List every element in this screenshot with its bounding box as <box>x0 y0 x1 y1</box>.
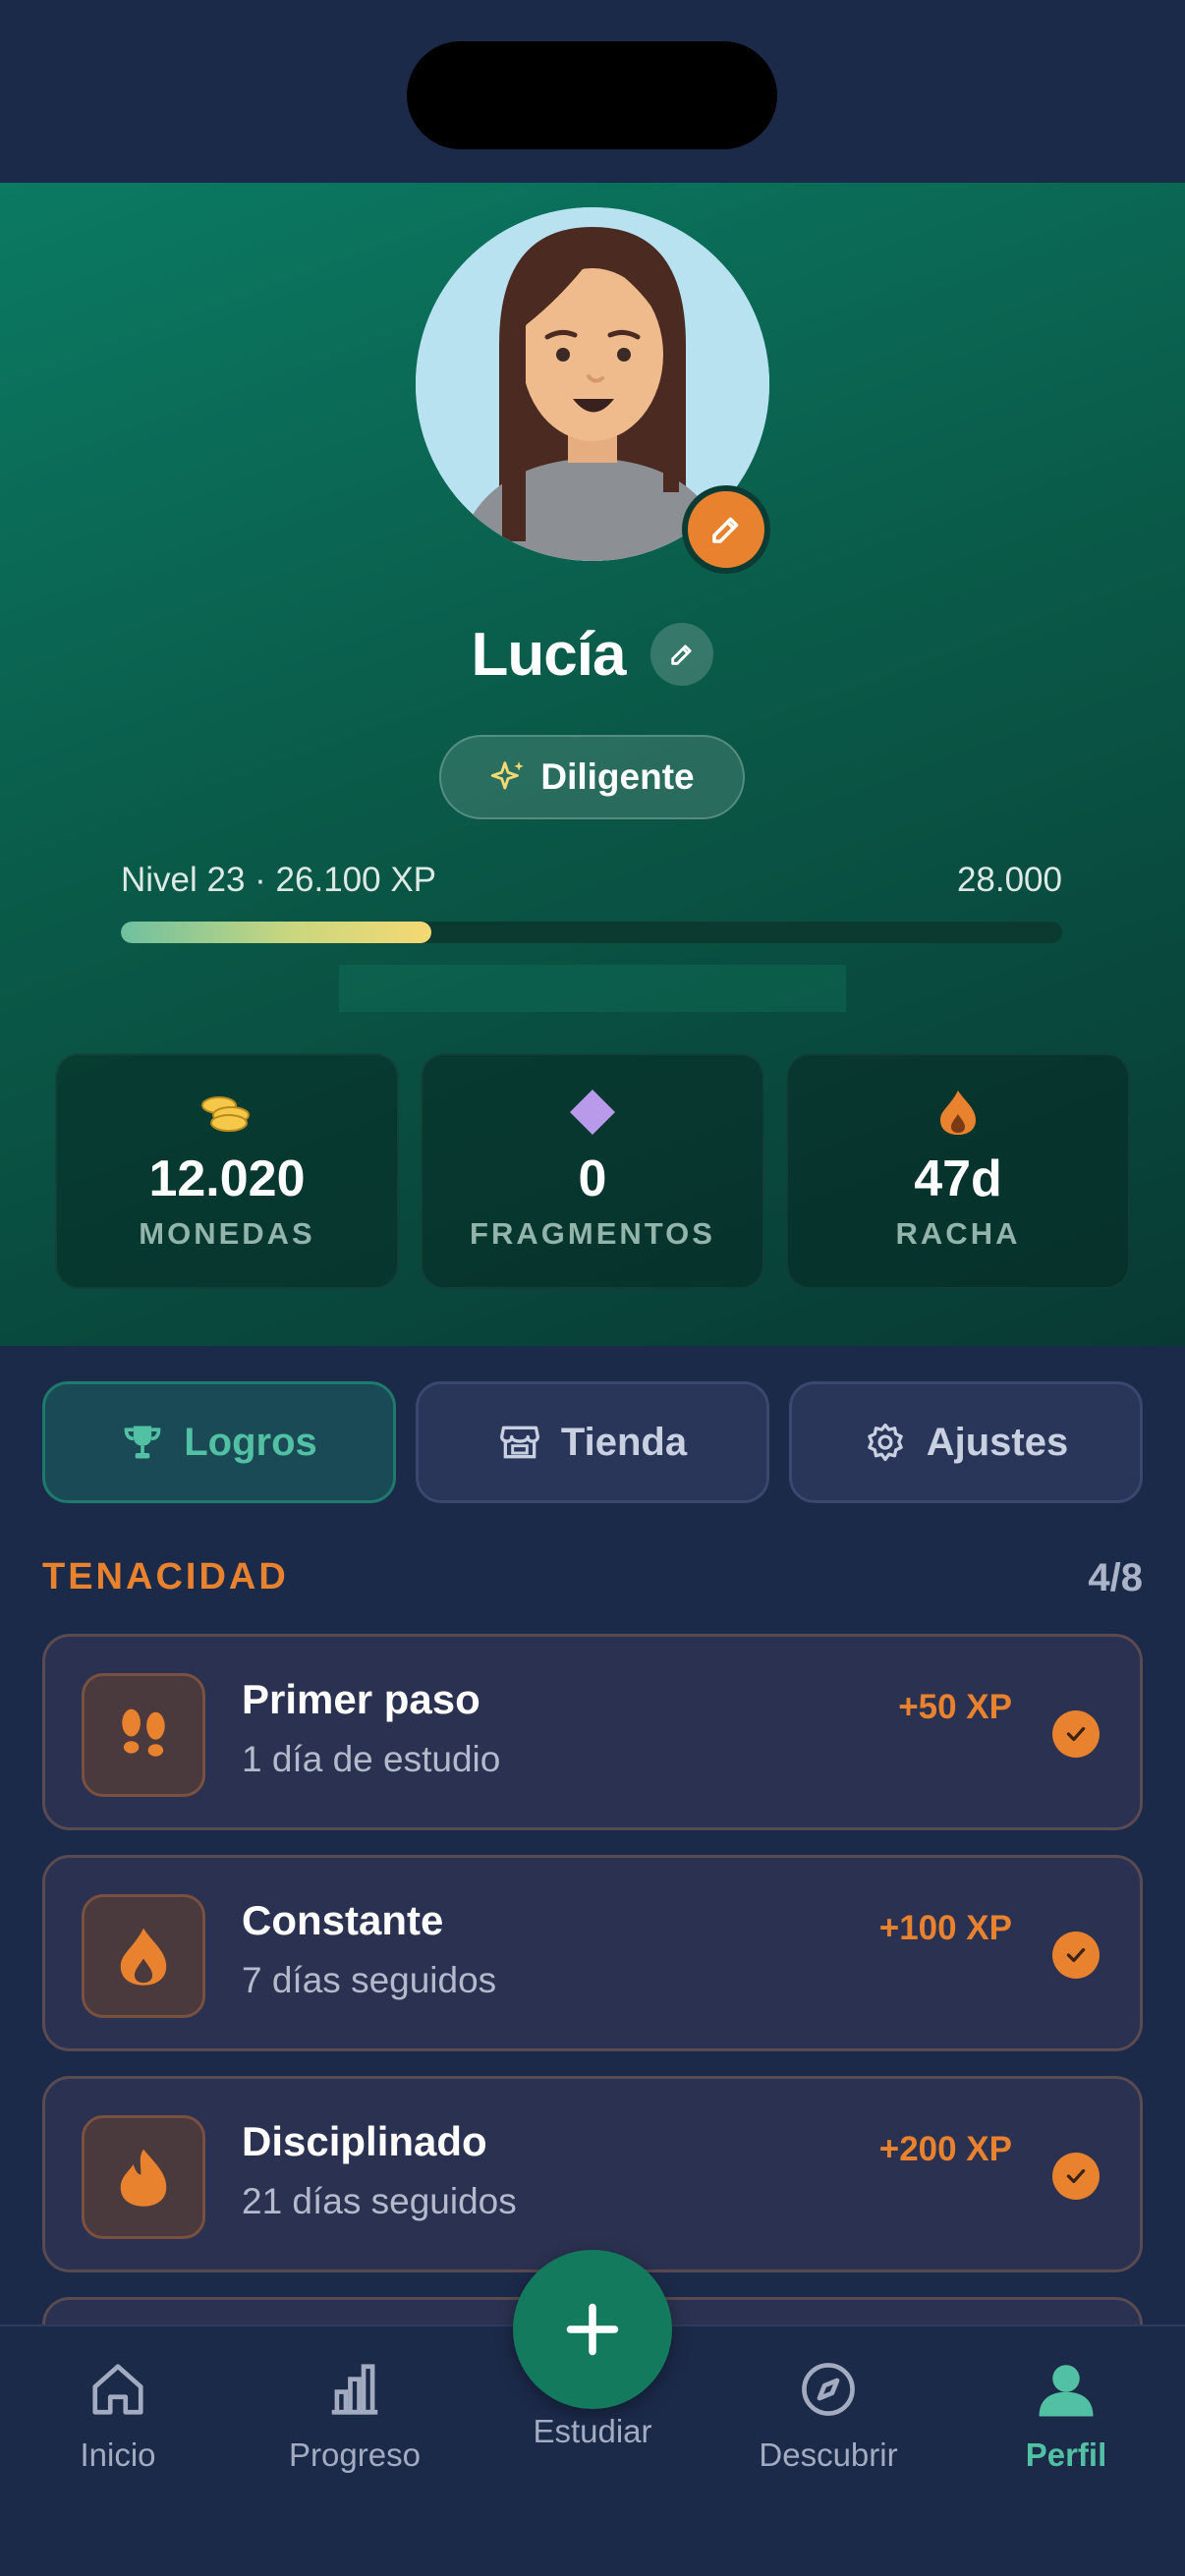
achievement-desc: 1 día de estudio <box>242 1739 501 1779</box>
nav-perfil[interactable]: Perfil <box>958 2354 1174 2492</box>
tab-ajustes[interactable]: Ajustes <box>789 1381 1143 1503</box>
achievement-desc: 7 días seguidos <box>242 1960 497 2000</box>
achievement-xp: +50 XP <box>898 1688 1012 1726</box>
coins-icon <box>201 1096 250 1132</box>
gear-icon <box>867 1423 903 1462</box>
flame-icon <box>940 1091 976 1135</box>
stat-card-fragments: 0 FRAGMENTOS <box>421 1053 764 1289</box>
title-badge[interactable]: Diligente <box>439 735 745 819</box>
stat-card-coins: 12.020 MONEDAS <box>55 1053 399 1289</box>
stat-value: 12.020 <box>148 1150 306 1207</box>
check-icon <box>1052 1710 1100 1758</box>
divider-strip <box>339 965 846 1012</box>
nav-label: Progreso <box>289 2436 421 2473</box>
achievement-title: Constante <box>242 1897 444 1943</box>
store-icon <box>499 1426 539 1459</box>
achievement-card[interactable]: Primer paso 1 día de estudio +50 XP <box>42 1634 1143 1830</box>
section-count: 4/8 <box>1088 1556 1143 1599</box>
flame-icon <box>120 2149 167 2207</box>
bar-chart-icon <box>331 2364 378 2415</box>
stat-label: MONEDAS <box>139 1216 315 1251</box>
achievement-icon-box <box>82 2115 205 2239</box>
flame-icon <box>120 1928 167 1986</box>
tab-label: Logros <box>184 1420 317 1464</box>
nav-label: Descubrir <box>759 2436 898 2473</box>
achievement-title: Disciplinado <box>242 2118 487 2164</box>
plus-icon <box>566 2303 619 2356</box>
name-row: Lucía <box>0 615 1185 694</box>
footprints-icon <box>122 1708 165 1757</box>
achievement-xp: +100 XP <box>878 1909 1012 1947</box>
level-label: Nivel 23 · 26.100 XP <box>121 861 437 899</box>
dynamic-island <box>407 41 777 149</box>
check-icon <box>1052 2153 1100 2200</box>
level-max-xp: 28.000 <box>956 861 1062 899</box>
tab-tienda[interactable]: Tienda <box>416 1381 769 1503</box>
xp-progress-bar <box>121 922 1062 943</box>
pencil-icon <box>712 517 739 543</box>
xp-progress-fill <box>121 922 432 943</box>
achievement-icon-box <box>82 1894 205 2018</box>
trophy-icon <box>124 1426 161 1459</box>
achievement-desc: 21 días seguidos <box>242 2181 517 2221</box>
profile-name: Lucía <box>471 620 627 689</box>
nav-label-estudiar[interactable]: Estudiar <box>475 2413 710 2450</box>
stat-label: FRAGMENTOS <box>470 1216 715 1251</box>
achievement-xp: +200 XP <box>878 2130 1012 2168</box>
stat-card-streak: 47d RACHA <box>786 1053 1130 1289</box>
sparkle-icon <box>491 761 525 790</box>
tab-logros[interactable]: Logros <box>42 1381 396 1503</box>
tab-label: Ajustes <box>926 1420 1069 1464</box>
diamond-icon <box>570 1090 615 1135</box>
study-fab-button[interactable] <box>513 2250 672 2409</box>
achievement-title: Primer paso <box>242 1676 480 1722</box>
section-title: TENACIDAD <box>42 1556 289 1597</box>
nav-progreso[interactable]: Progreso <box>247 2354 463 2492</box>
edit-avatar-button[interactable] <box>682 485 770 574</box>
pencil-icon <box>671 644 693 665</box>
nav-label: Perfil <box>1025 2436 1107 2473</box>
nav-label: Inicio <box>80 2436 156 2473</box>
achievement-card[interactable]: Disciplinado 21 días seguidos +200 XP <box>42 2076 1143 2272</box>
title-label: Diligente <box>540 756 695 797</box>
check-icon <box>1052 1932 1100 1979</box>
home-icon <box>92 2364 143 2415</box>
stat-value: 0 <box>578 1150 607 1207</box>
nav-inicio[interactable]: Inicio <box>10 2354 226 2492</box>
stat-label: RACHA <box>895 1216 1021 1251</box>
status-bar <box>0 0 1185 183</box>
compass-icon <box>802 2363 855 2416</box>
achievement-icon-box <box>82 1673 205 1797</box>
stat-value: 47d <box>914 1150 1002 1207</box>
nav-descubrir[interactable]: Descubrir <box>720 2354 936 2492</box>
tab-label: Tienda <box>560 1420 688 1464</box>
achievement-card[interactable]: Constante 7 días seguidos +100 XP <box>42 1855 1143 2051</box>
edit-name-button[interactable] <box>650 623 714 686</box>
profile-icon <box>1039 2365 1094 2417</box>
